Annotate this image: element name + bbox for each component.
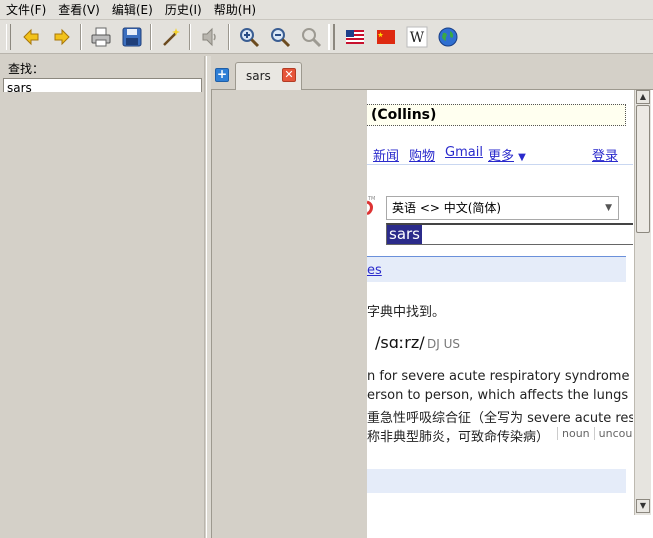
arrow-down-icon: ▼ — [639, 501, 647, 510]
query-input[interactable]: sars — [386, 223, 633, 245]
arrow-up-icon: ▲ — [639, 92, 647, 101]
collins-header: (Collins) — [367, 104, 626, 126]
toolbar-separator — [80, 23, 82, 50]
tab-close-button[interactable]: ✕ — [282, 68, 296, 82]
definition-line: n for severe acute respiratory syndrome … — [367, 369, 633, 384]
tab-sars[interactable]: sars ✕ — [235, 62, 302, 90]
search-pane: 查找： sars — [0, 56, 205, 538]
speaker-icon — [202, 27, 216, 46]
print-button[interactable] — [86, 23, 115, 51]
unrendered-region — [212, 90, 367, 538]
vertical-scrollbar[interactable]: ▲ ▼ — [634, 90, 651, 515]
toolbar-grip[interactable] — [6, 23, 11, 50]
web-search-button[interactable] — [433, 23, 462, 51]
tab-strip: + sars ✕ — [211, 56, 653, 90]
zoom-reset-button[interactable] — [296, 23, 325, 51]
cn-flag-icon — [376, 29, 395, 44]
chevron-down-icon: ▼ — [518, 152, 526, 163]
back-button[interactable] — [16, 23, 45, 51]
scroll-down-button[interactable]: ▼ — [636, 499, 650, 513]
language-value: 英语 <> 中文(简体) — [392, 201, 502, 215]
close-icon: ✕ — [284, 68, 294, 81]
wand-button[interactable] — [156, 23, 185, 51]
menu-history[interactable]: 历史(I) — [159, 0, 208, 20]
wand-icon — [162, 27, 180, 46]
nav-more-label: 更多 — [488, 149, 515, 164]
menu-file[interactable]: 文件(F) — [0, 0, 52, 20]
zoom-out-icon — [270, 27, 290, 47]
speak-button[interactable] — [195, 23, 224, 51]
wikipedia-button[interactable]: W — [402, 23, 431, 51]
save-icon — [122, 27, 141, 46]
scroll-thumb[interactable] — [636, 105, 650, 233]
zoom-in-icon — [239, 27, 259, 47]
print-icon — [91, 27, 110, 46]
results-link[interactable]: es — [367, 263, 382, 278]
menu-edit[interactable]: 编辑(E) — [106, 0, 159, 20]
svg-text:TM: TM — [367, 196, 375, 202]
search-input[interactable]: sars — [3, 78, 202, 92]
plus-icon: + — [216, 67, 228, 81]
nav-more-link[interactable]: 更多 ▼ — [488, 145, 526, 164]
back-icon — [22, 28, 38, 45]
zoom-in-button[interactable] — [234, 23, 263, 51]
toolbar-grip[interactable] — [328, 23, 335, 50]
part-of-speech-tags: noununcoun — [557, 427, 633, 440]
definition-line: 重急性呼吸综合征（全写为 severe acute res — [367, 411, 633, 426]
zoom-out-button[interactable] — [265, 23, 294, 51]
footer-bar — [367, 469, 626, 493]
toolbar: W — [0, 20, 653, 54]
chinese-dict-button[interactable] — [371, 23, 400, 51]
dropdown-arrow-icon: ▼ — [605, 203, 612, 213]
results-bar: es — [367, 256, 626, 282]
query-value: sars — [387, 225, 422, 244]
toolbar-separator — [189, 23, 191, 50]
not-found-text: 字典中找到。 — [367, 305, 446, 320]
definition-line: 称非典型肺炎，可致命传染病） — [367, 430, 550, 445]
find-label: 查找： — [8, 62, 45, 76]
save-button[interactable] — [117, 23, 146, 51]
wikipedia-icon: W — [406, 26, 427, 47]
language-select[interactable]: 英语 <> 中文(简体) ▼ — [386, 196, 619, 220]
google-nav-bar: 新闻 购物 Gmail 更多 ▼ 登录 — [367, 143, 633, 165]
pos-tag: uncoun — [593, 427, 633, 440]
scroll-up-button[interactable]: ▲ — [636, 90, 650, 104]
pos-tag: noun — [557, 427, 594, 440]
menu-bar: 文件(F) 查看(V) 编辑(E) 历史(I) 帮助(H) — [0, 0, 653, 20]
phonetic: /sɑːrz/ — [375, 333, 425, 352]
english-dict-button[interactable] — [340, 23, 369, 51]
nav-gmail-link[interactable]: Gmail — [445, 145, 483, 160]
login-link[interactable]: 登录 — [592, 145, 618, 164]
google-logo-fragment: TM — [367, 196, 375, 215]
forward-button[interactable] — [47, 23, 76, 51]
globe-icon — [438, 27, 457, 46]
svg-text:W: W — [409, 30, 424, 46]
nav-shopping-link[interactable]: 购物 — [409, 145, 435, 164]
forward-icon — [54, 28, 70, 45]
tab-label: sars — [246, 69, 271, 83]
menu-view[interactable]: 查看(V) — [52, 0, 106, 20]
definition-line: erson to person, which affects the lungs… — [367, 388, 633, 403]
toolbar-separator — [228, 23, 230, 50]
phonetic-tags: DJ US — [427, 337, 460, 351]
web-page: (Collins) 新闻 购物 Gmail 更多 ▼ 登录 TM 英语 <> 中… — [367, 90, 633, 538]
nav-news-link[interactable]: 新闻 — [373, 145, 399, 164]
toolbar-separator — [150, 23, 152, 50]
new-tab-button[interactable]: + — [215, 68, 229, 82]
zoom-reset-icon — [301, 27, 321, 47]
us-flag-icon — [345, 29, 364, 44]
menu-help[interactable]: 帮助(H) — [208, 0, 262, 20]
